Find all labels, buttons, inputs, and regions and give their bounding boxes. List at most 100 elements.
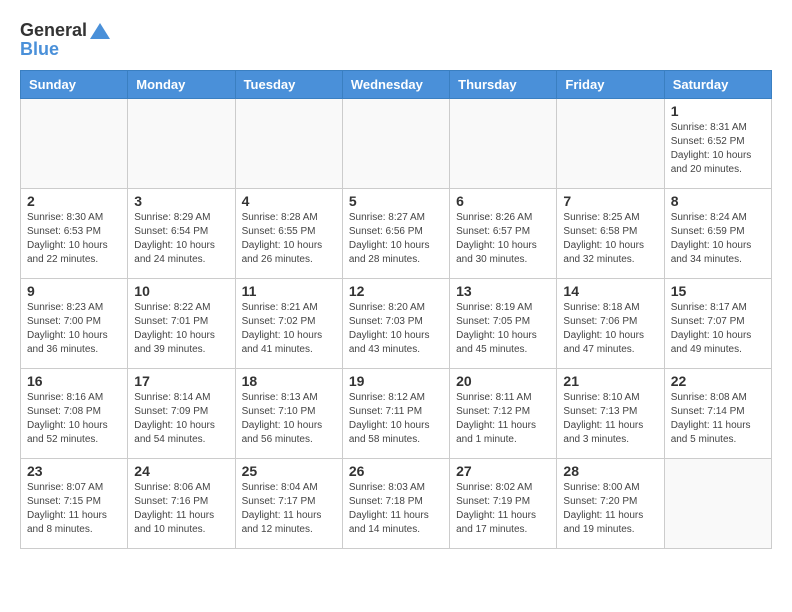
calendar-cell: 12Sunrise: 8:20 AM Sunset: 7:03 PM Dayli… — [342, 279, 449, 369]
calendar-table: SundayMondayTuesdayWednesdayThursdayFrid… — [20, 70, 772, 549]
day-number: 5 — [349, 193, 443, 209]
calendar-cell: 17 Sunrise: 8:14 AM Sunset: 7:09 PM Dayli… — [128, 369, 235, 459]
calendar-cell: 25 Sunrise: 8:04 AM Sunset: 7:17 PM Dayli… — [235, 459, 342, 549]
day-info: Sunrise: 8:16 AM Sunset: 7:08 PM Dayligh… — [27, 391, 121, 447]
calendar-cell: 3Sunrise: 8:29 AM Sunset: 6:54 PM Daylig… — [128, 189, 235, 279]
day-info: Sunrise: 8:13 AM Sunset: 7:10 PM Dayligh… — [242, 391, 336, 447]
day-info: Sunrise: 8:08 AM Sunset: 7:14 PM Dayligh… — [671, 391, 765, 447]
calendar-cell: 21 Sunrise: 8:10 AM Sunset: 7:13 PM Dayli… — [557, 369, 664, 459]
day-info: Sunrise: 8:14 AM Sunset: 7:09 PM Dayligh… — [134, 391, 228, 447]
day-info: Sunrise: 8:30 AM Sunset: 6:53 PM Dayligh… — [27, 211, 121, 267]
calendar-cell: 11 Sunrise: 8:21 AM Sunset: 7:02 PM Dayli… — [235, 279, 342, 369]
calendar-cell — [128, 99, 235, 189]
calendar-week-row: 23 Sunrise: 8:07 AM Sunset: 7:15 PM Dayli… — [21, 459, 772, 549]
day-number: 6 — [456, 193, 550, 209]
day-info: Sunrise: 8:23 AM Sunset: 7:00 PM Dayligh… — [27, 301, 121, 357]
calendar-week-row: 9 Sunrise: 8:23 AM Sunset: 7:00 PM Daylig… — [21, 279, 772, 369]
day-number: 8 — [671, 193, 765, 209]
day-number: 13 — [456, 283, 550, 299]
day-info: Sunrise: 8:11 AM Sunset: 7:12 PM Dayligh… — [456, 391, 550, 447]
logo: General Blue — [20, 20, 111, 60]
calendar-week-row: 16 Sunrise: 8:16 AM Sunset: 7:08 PM Dayli… — [21, 369, 772, 459]
day-number: 18 — [242, 373, 336, 389]
logo-blue: Blue — [20, 39, 111, 60]
calendar-cell: 19 Sunrise: 8:12 AM Sunset: 7:11 PM Dayli… — [342, 369, 449, 459]
day-number: 23 — [27, 463, 121, 479]
calendar-week-row: 2 Sunrise: 8:30 AM Sunset: 6:53 PM Daylig… — [21, 189, 772, 279]
calendar-cell — [235, 99, 342, 189]
weekday-header: Sunday — [21, 71, 128, 99]
day-info: Sunrise: 8:04 AM Sunset: 7:17 PM Dayligh… — [242, 481, 336, 537]
day-number: 14 — [563, 283, 657, 299]
calendar-cell — [557, 99, 664, 189]
day-info: Sunrise: 8:26 AM Sunset: 6:57 PM Dayligh… — [456, 211, 550, 267]
calendar-cell: 22 Sunrise: 8:08 AM Sunset: 7:14 PM Dayli… — [664, 369, 771, 459]
day-info: Sunrise: 8:25 AM Sunset: 6:58 PM Dayligh… — [563, 211, 657, 267]
calendar-cell: 27 Sunrise: 8:02 AM Sunset: 7:19 PM Dayli… — [450, 459, 557, 549]
day-number: 26 — [349, 463, 443, 479]
calendar-cell: 20 Sunrise: 8:11 AM Sunset: 7:12 PM Dayli… — [450, 369, 557, 459]
day-info: Sunrise: 8:07 AM Sunset: 7:15 PM Dayligh… — [27, 481, 121, 537]
calendar-cell — [21, 99, 128, 189]
day-info: Sunrise: 8:19 AM Sunset: 7:05 PM Dayligh… — [456, 301, 550, 357]
calendar-cell: 24 Sunrise: 8:06 AM Sunset: 7:16 PM Dayli… — [128, 459, 235, 549]
calendar-cell: 23 Sunrise: 8:07 AM Sunset: 7:15 PM Dayli… — [21, 459, 128, 549]
day-number: 17 — [134, 373, 228, 389]
calendar-cell — [342, 99, 449, 189]
calendar-cell: 5Sunrise: 8:27 AM Sunset: 6:56 PM Daylig… — [342, 189, 449, 279]
day-number: 22 — [671, 373, 765, 389]
day-info: Sunrise: 8:21 AM Sunset: 7:02 PM Dayligh… — [242, 301, 336, 357]
day-number: 7 — [563, 193, 657, 209]
day-info: Sunrise: 8:12 AM Sunset: 7:11 PM Dayligh… — [349, 391, 443, 447]
day-number: 24 — [134, 463, 228, 479]
day-number: 12 — [349, 283, 443, 299]
day-number: 16 — [27, 373, 121, 389]
calendar-cell: 14 Sunrise: 8:18 AM Sunset: 7:06 PM Dayli… — [557, 279, 664, 369]
day-info: Sunrise: 8:06 AM Sunset: 7:16 PM Dayligh… — [134, 481, 228, 537]
day-number: 19 — [349, 373, 443, 389]
calendar-cell: 10 Sunrise: 8:22 AM Sunset: 7:01 PM Dayli… — [128, 279, 235, 369]
day-number: 1 — [671, 103, 765, 119]
day-number: 20 — [456, 373, 550, 389]
weekday-header: Monday — [128, 71, 235, 99]
calendar-cell: 8Sunrise: 8:24 AM Sunset: 6:59 PM Daylig… — [664, 189, 771, 279]
weekday-header: Saturday — [664, 71, 771, 99]
calendar-cell: 7 Sunrise: 8:25 AM Sunset: 6:58 PM Daylig… — [557, 189, 664, 279]
logo-icon — [89, 22, 111, 40]
calendar-cell: 9 Sunrise: 8:23 AM Sunset: 7:00 PM Daylig… — [21, 279, 128, 369]
day-number: 2 — [27, 193, 121, 209]
day-number: 11 — [242, 283, 336, 299]
page-header: General Blue — [20, 20, 772, 60]
day-info: Sunrise: 8:17 AM Sunset: 7:07 PM Dayligh… — [671, 301, 765, 357]
calendar-cell: 1 Sunrise: 8:31 AM Sunset: 6:52 PM Daylig… — [664, 99, 771, 189]
day-info: Sunrise: 8:10 AM Sunset: 7:13 PM Dayligh… — [563, 391, 657, 447]
logo-container: General Blue — [20, 20, 111, 60]
day-number: 10 — [134, 283, 228, 299]
day-number: 9 — [27, 283, 121, 299]
calendar-cell: 15Sunrise: 8:17 AM Sunset: 7:07 PM Dayli… — [664, 279, 771, 369]
day-info: Sunrise: 8:31 AM Sunset: 6:52 PM Dayligh… — [671, 121, 765, 177]
day-info: Sunrise: 8:29 AM Sunset: 6:54 PM Dayligh… — [134, 211, 228, 267]
day-number: 21 — [563, 373, 657, 389]
day-number: 4 — [242, 193, 336, 209]
day-info: Sunrise: 8:22 AM Sunset: 7:01 PM Dayligh… — [134, 301, 228, 357]
calendar-cell: 18 Sunrise: 8:13 AM Sunset: 7:10 PM Dayli… — [235, 369, 342, 459]
day-number: 25 — [242, 463, 336, 479]
weekday-header: Friday — [557, 71, 664, 99]
calendar-cell: 26 Sunrise: 8:03 AM Sunset: 7:18 PM Dayli… — [342, 459, 449, 549]
calendar-cell: 4Sunrise: 8:28 AM Sunset: 6:55 PM Daylig… — [235, 189, 342, 279]
day-info: Sunrise: 8:03 AM Sunset: 7:18 PM Dayligh… — [349, 481, 443, 537]
calendar-cell — [664, 459, 771, 549]
day-info: Sunrise: 8:18 AM Sunset: 7:06 PM Dayligh… — [563, 301, 657, 357]
weekday-header: Thursday — [450, 71, 557, 99]
day-number: 27 — [456, 463, 550, 479]
calendar-cell: 28Sunrise: 8:00 AM Sunset: 7:20 PM Dayli… — [557, 459, 664, 549]
calendar-cell: 6 Sunrise: 8:26 AM Sunset: 6:57 PM Daylig… — [450, 189, 557, 279]
day-number: 28 — [563, 463, 657, 479]
day-info: Sunrise: 8:02 AM Sunset: 7:19 PM Dayligh… — [456, 481, 550, 537]
logo-general: General — [20, 20, 87, 41]
weekday-header: Tuesday — [235, 71, 342, 99]
calendar-cell: 13 Sunrise: 8:19 AM Sunset: 7:05 PM Dayli… — [450, 279, 557, 369]
calendar-week-row: 1 Sunrise: 8:31 AM Sunset: 6:52 PM Daylig… — [21, 99, 772, 189]
calendar-cell: 2 Sunrise: 8:30 AM Sunset: 6:53 PM Daylig… — [21, 189, 128, 279]
